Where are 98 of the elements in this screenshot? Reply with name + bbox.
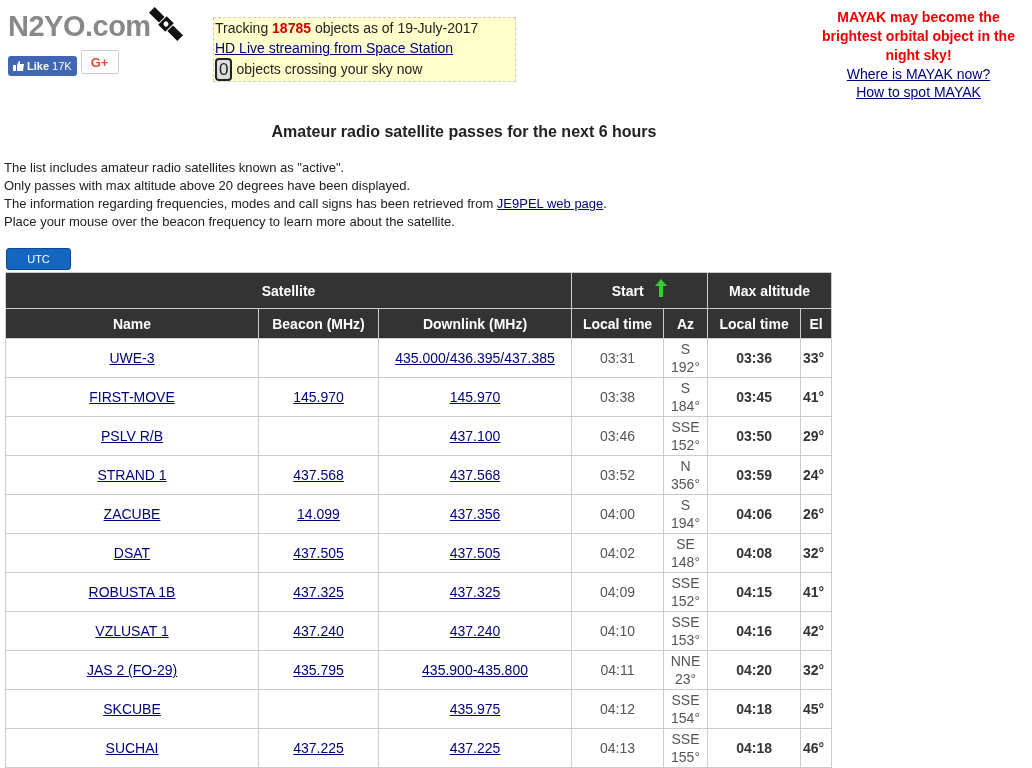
max-time: 04:18 <box>736 701 772 717</box>
satellite-link[interactable]: FIRST-MOVE <box>89 389 175 405</box>
satellite-link[interactable]: STRAND 1 <box>97 467 167 483</box>
elevation: 41° <box>803 584 825 600</box>
azimuth: NNE 23° <box>670 652 701 688</box>
elevation: 29° <box>803 428 825 444</box>
google-plus-button[interactable]: G+ <box>80 50 119 74</box>
max-time: 04:16 <box>736 623 772 639</box>
azimuth: S 194° <box>671 496 700 532</box>
utc-button[interactable]: UTC <box>6 248 71 270</box>
tracking-text: Tracking 18785 objects as of 19-July-2017 <box>215 19 480 38</box>
start-time: 04:12 <box>600 701 636 717</box>
satellite-link[interactable]: DSAT <box>113 545 151 561</box>
azimuth: S 192° <box>671 340 700 376</box>
downlink-link[interactable]: 437.505 <box>449 545 501 561</box>
beacon-link[interactable]: 435.795 <box>293 662 344 678</box>
max-time: 04:18 <box>736 740 772 756</box>
start-time: 04:09 <box>600 584 636 600</box>
elevation: 33° <box>803 350 825 366</box>
azimuth: SSE 154° <box>671 691 700 727</box>
elevation: 26° <box>803 506 825 522</box>
elevation: 41° <box>803 389 825 405</box>
elevation: 45° <box>803 701 825 717</box>
azimuth: N 356° <box>671 457 700 493</box>
beacon-link[interactable]: 145.970 <box>293 389 344 405</box>
beacon-link[interactable]: 437.505 <box>293 545 344 561</box>
satellite-link[interactable]: SKCUBE <box>103 701 161 717</box>
azimuth: SSE 152° <box>671 574 700 610</box>
column-group-header[interactable]: Satellite <box>5 272 572 309</box>
start-time: 03:38 <box>600 389 636 405</box>
site-logo[interactable]: N2YO.com <box>8 9 151 43</box>
live-stream-link[interactable]: HD Live streaming from Space Station <box>215 40 454 56</box>
downlink-link[interactable]: 437.568 <box>449 467 501 483</box>
beacon-link[interactable]: 437.240 <box>293 623 344 639</box>
start-time: 04:02 <box>600 545 636 561</box>
max-time: 04:06 <box>736 506 772 522</box>
satellite-link[interactable]: UWE-3 <box>109 350 155 366</box>
satellite-link[interactable]: ZACUBE <box>103 506 161 522</box>
beacon-link[interactable]: 437.225 <box>293 740 344 756</box>
max-time: 04:15 <box>736 584 772 600</box>
elevation: 42° <box>803 623 825 639</box>
column-header: Beacon (MHz) <box>258 308 379 339</box>
satellite-link[interactable]: SUCHAI <box>105 740 159 756</box>
start-time: 03:52 <box>600 467 636 483</box>
downlink-link[interactable]: 437.100 <box>449 428 501 444</box>
satellite-link[interactable]: ROBUSTA 1B <box>88 584 176 600</box>
azimuth: SE 148° <box>671 535 700 571</box>
hint-text: Place your mouse over the beacon frequency to learn more about the satellite. <box>4 213 456 231</box>
beacon-link[interactable]: 14.099 <box>297 506 340 522</box>
start-time: 03:31 <box>600 350 636 366</box>
column-group-header[interactable]: Start <box>571 272 708 309</box>
start-time: 04:00 <box>600 506 636 522</box>
max-time: 03:36 <box>736 350 772 366</box>
downlink-link[interactable]: 437.356 <box>449 506 501 522</box>
page-title: Amateur radio satellite passes for the next 6 hours <box>270 123 658 141</box>
downlink-link[interactable]: 435.975 <box>449 701 501 717</box>
source-text: The information regarding frequencies, modes and call signs has been retrieved from JE9PEL web page. <box>4 195 608 213</box>
max-time: 03:50 <box>736 428 772 444</box>
column-header: Local time <box>707 308 801 339</box>
downlink-link[interactable]: 437.325 <box>449 584 501 600</box>
start-time: 03:46 <box>600 428 636 444</box>
max-time: 03:59 <box>736 467 772 483</box>
column-header: Downlink (MHz) <box>378 308 572 339</box>
satellite-link[interactable]: VZLUSAT 1 <box>95 623 169 639</box>
elevation: 24° <box>803 467 825 483</box>
crossing-text: objects crossing your sky now <box>236 59 423 79</box>
column-header: Local time <box>571 308 664 339</box>
thumbs-up-icon <box>13 61 24 71</box>
downlink-link[interactable]: 437.225 <box>449 740 501 756</box>
beacon-link[interactable]: 437.325 <box>293 584 344 600</box>
promo-link[interactable]: Where is MAYAK now? <box>846 65 991 83</box>
intro-text: The list includes amateur radio satellites known as "active". <box>4 159 346 177</box>
intro-text: Only passes with max altitude above 20 degrees have been displayed. <box>4 177 412 195</box>
elevation: 46° <box>803 740 825 756</box>
column-header: Name <box>5 308 259 339</box>
azimuth: SSE 155° <box>671 730 700 766</box>
promo-link[interactable]: How to spot MAYAK <box>856 83 981 101</box>
crossing-counter[interactable]: 0 <box>215 57 233 81</box>
satellite-link[interactable]: PSLV R/B <box>101 428 163 444</box>
start-time: 04:11 <box>600 662 635 678</box>
column-group-header[interactable]: Max altitude <box>707 272 832 309</box>
elevation: 32° <box>803 545 825 561</box>
like-button[interactable]: Like 17K <box>8 56 77 76</box>
azimuth: SSE 152° <box>671 418 700 454</box>
start-time: 04:10 <box>600 623 636 639</box>
start-time: 04:13 <box>600 740 636 756</box>
azimuth: SSE 153° <box>671 613 700 649</box>
max-time: 03:45 <box>736 389 772 405</box>
satellite-link[interactable]: JAS 2 (FO-29) <box>86 662 178 678</box>
max-time: 04:20 <box>736 662 772 678</box>
promo-headline: MAYAK may become the brightest orbital object in the night sky! <box>821 8 1016 65</box>
elevation: 32° <box>803 662 825 678</box>
downlink-link[interactable]: 145.970 <box>449 389 501 405</box>
downlink-link[interactable]: 437.240 <box>449 623 501 639</box>
beacon-link[interactable]: 437.568 <box>293 467 344 483</box>
max-time: 04:08 <box>736 545 772 561</box>
satellite-icon <box>148 4 183 44</box>
azimuth: S 184° <box>671 379 700 415</box>
